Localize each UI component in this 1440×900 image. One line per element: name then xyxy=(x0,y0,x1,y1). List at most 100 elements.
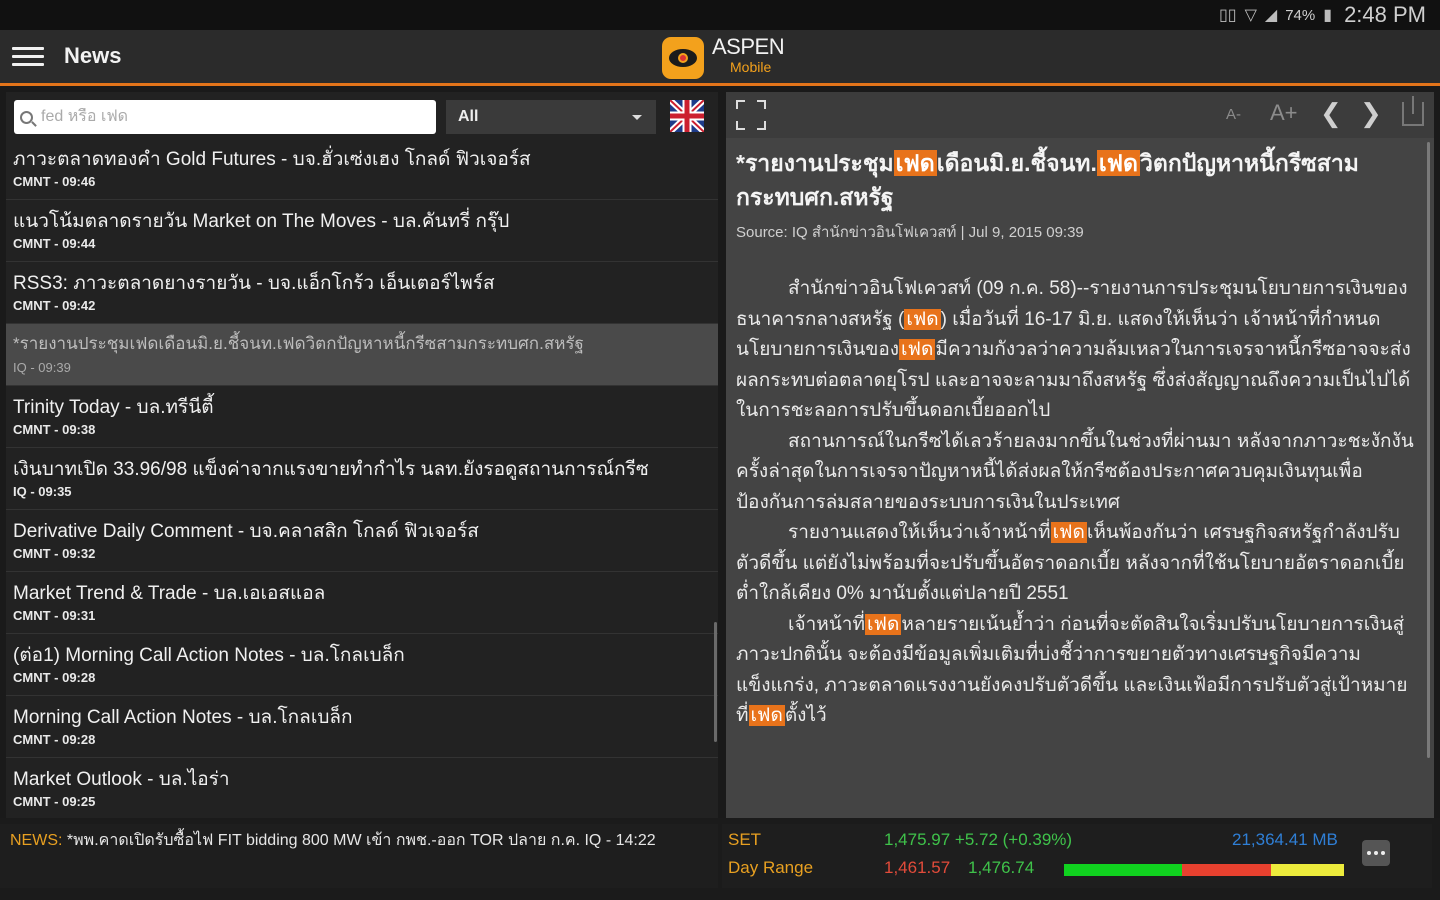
article-paragraph: รายงานแสดงให้เห็นว่าเจ้าหน้าที่ เฟด เห็นพ้… xyxy=(736,518,1416,610)
news-title: (ต่อ1) Morning Call Action Notes - บล.โก… xyxy=(13,645,405,666)
news-item-selected[interactable]: *รายงานประชุมเฟดเดือนมิ.ย.ชี้จนท.เฟดวิตก… xyxy=(6,324,718,386)
filter-selected: All xyxy=(458,108,479,125)
paragraph-text: เจ้าหน้าที่ xyxy=(788,613,866,635)
news-meta: CMNT - 09:28 xyxy=(13,732,96,747)
page-title: News xyxy=(64,43,122,68)
category-filter-dropdown[interactable]: All xyxy=(446,100,656,134)
news-item[interactable]: Morning Call Action Notes - บล.โกลเบล็ก … xyxy=(6,696,718,758)
news-item[interactable]: แนวโน้มตลาดรายวัน Market on The Moves - … xyxy=(6,200,718,262)
app-bar: News ASPEN Mobile xyxy=(0,30,1440,86)
article-body: *รายงานประชุมเฟดเดือนมิ.ย.ชี้จนท.เฟดวิตก… xyxy=(736,146,1416,732)
news-title: Market Trend & Trade - บล.เอเอสแอล xyxy=(13,583,326,604)
news-item[interactable]: Trinity Today - บล.ทรีนีตี้ CMNT - 09:38 xyxy=(6,386,718,448)
ticker-text: *พพ.คาดเปิดรับซื้อไฟ FIT bidding 800 MW … xyxy=(62,832,656,849)
search-highlight: เฟด xyxy=(893,150,937,176)
news-title: RSS3: ภาวะตลาดยางรายวัน - บจ.แอ็กโกร้ว เ… xyxy=(13,273,495,294)
news-meta: CMNT - 09:25 xyxy=(13,794,96,809)
article-pane: A- A+ ❮ ❯ *รายงานประชุมเฟดเดือนมิ.ย.ชี้จ… xyxy=(726,92,1434,818)
news-title: ภาวะตลาดทองคำ Gold Futures - บจ.ฮั่วเซ่ง… xyxy=(13,149,531,170)
search-highlight: เฟด xyxy=(904,308,941,330)
news-meta: IQ - 09:39 xyxy=(13,360,71,375)
paragraph-text: ตั้งไว้ xyxy=(784,705,827,726)
range-bar-green xyxy=(1064,864,1182,876)
range-bar-yellow xyxy=(1271,864,1344,876)
bottom-bar: NEWS: *พพ.คาดเปิดรับซื้อไฟ FIT bidding 8… xyxy=(0,818,1440,900)
brand-name: ASPEN xyxy=(712,34,785,59)
share-icon[interactable] xyxy=(1402,96,1424,126)
search-highlight: เฟด xyxy=(865,613,902,635)
news-list-scrollbar[interactable] xyxy=(714,622,717,742)
news-list: ภาวะตลาดทองคำ Gold Futures - บจ.ฮั่วเซ่ง… xyxy=(6,138,718,818)
article-source: Source: IQ สำนักข่าวอินโฟเควสท์ | Jul 9,… xyxy=(736,224,1084,241)
news-item[interactable]: ภาวะตลาดทองคำ Gold Futures - บจ.ฮั่วเซ่ง… xyxy=(6,138,718,200)
article-paragraph: สถานการณ์ในกรีซได้เลวร้ายลงมากขึ้นในช่วง… xyxy=(736,430,1414,513)
article-headline: *รายงานประชุมเฟดเดือนมิ.ย.ชี้จนท.เฟดวิตก… xyxy=(736,146,1416,214)
news-meta: CMNT - 09:32 xyxy=(13,546,96,561)
news-meta: CMNT - 09:44 xyxy=(13,236,96,251)
day-range-high: 1,476.74 xyxy=(968,858,1035,877)
battery-level: 74% xyxy=(1285,6,1316,24)
headline-text: เดือนมิ.ย.ชี้จนท. xyxy=(936,150,1097,176)
news-title: เงินบาทเปิด 33.96/98 แข็งค่าจากแรงขายทำก… xyxy=(13,459,649,480)
news-title: *รายงานประชุมเฟดเดือนมิ.ย.ชี้จนท.เฟดวิตก… xyxy=(13,334,584,353)
search-box[interactable] xyxy=(14,100,436,134)
news-title: แนวโน้มตลาดรายวัน Market on The Moves - … xyxy=(13,211,510,232)
day-range-low: 1,461.57 xyxy=(884,858,951,877)
news-meta: CMNT - 09:46 xyxy=(13,174,96,189)
news-meta: CMNT - 09:28 xyxy=(13,670,96,685)
next-article-icon[interactable]: ❯ xyxy=(1360,98,1382,129)
headline-text: *รายงานประชุม xyxy=(736,150,894,176)
aspen-logo xyxy=(662,37,704,79)
clock: 2:48 PM xyxy=(1344,2,1426,27)
more-options-icon[interactable] xyxy=(1362,840,1390,866)
news-item[interactable]: (ต่อ1) Morning Call Action Notes - บล.โก… xyxy=(6,634,718,696)
news-title: Trinity Today - บล.ทรีนีตี้ xyxy=(13,397,214,418)
previous-article-icon[interactable]: ❮ xyxy=(1320,98,1342,129)
article-toolbar: A- A+ ❮ ❯ xyxy=(726,92,1434,138)
article-paragraph: สำนักข่าวอินโฟเควสท์ (09 ก.ค. 58)--รายงา… xyxy=(736,274,1416,427)
search-highlight: เฟด xyxy=(748,705,785,726)
day-range-label: Day Range xyxy=(728,858,814,877)
search-highlight: เฟด xyxy=(1050,522,1087,543)
index-name: SET xyxy=(728,830,762,849)
paragraph-text: รายงานแสดงให้เห็นว่าเจ้าหน้าที่ xyxy=(788,522,1051,543)
news-item[interactable]: RSS3: ภาวะตลาดยางรายวัน - บจ.แอ็กโกร้ว เ… xyxy=(6,262,718,324)
news-meta: CMNT - 09:31 xyxy=(13,608,96,623)
ticker-label: NEWS: xyxy=(10,832,63,849)
news-item[interactable]: Derivative Daily Comment - บจ.คลาสสิก โก… xyxy=(6,510,718,572)
news-title: Market Outlook - บล.ไอร่า xyxy=(13,769,230,790)
article-scrollbar[interactable] xyxy=(1427,142,1430,758)
battery-icon: ▮ xyxy=(1323,7,1333,24)
vibrate-icon: ▯▯ xyxy=(1218,7,1237,24)
range-bar-red xyxy=(1181,864,1272,876)
language-flag-icon[interactable] xyxy=(670,100,704,132)
article-paragraph: เจ้าหน้าที่ เฟด หลายรายเน้นย้ำว่า ก่อนที่จ… xyxy=(736,610,1416,732)
brand: ASPEN Mobile xyxy=(712,34,785,75)
news-meta: CMNT - 09:42 xyxy=(13,298,96,313)
menu-icon[interactable] xyxy=(12,43,44,71)
news-title: Morning Call Action Notes - บล.โกลเบล็ก xyxy=(13,707,353,728)
brand-sub: Mobile xyxy=(730,59,772,75)
font-decrease-button[interactable]: A- xyxy=(1226,106,1241,123)
news-item[interactable]: Market Trend & Trade - บล.เอเอสแอล CMNT … xyxy=(6,572,718,634)
news-ticker[interactable]: NEWS: *พพ.คาดเปิดรับซื้อไฟ FIT bidding 8… xyxy=(0,824,718,888)
news-meta: IQ - 09:35 xyxy=(13,484,72,499)
news-item[interactable]: Market Outlook - บล.ไอร่า CMNT - 09:25 xyxy=(6,758,718,818)
fullscreen-icon[interactable] xyxy=(736,100,766,130)
news-list-pane: All ภาวะตลาดทองคำ Gold Futures - บจ.ฮั่ว… xyxy=(6,92,718,818)
trade-volume: 21,364.41 MB xyxy=(1232,830,1338,849)
news-title: Derivative Daily Comment - บจ.คลาสสิก โก… xyxy=(13,521,479,542)
day-range-bar xyxy=(1064,864,1344,876)
news-item[interactable]: เงินบาทเปิด 33.96/98 แข็งค่าจากแรงขายทำก… xyxy=(6,448,718,510)
search-highlight: เฟด xyxy=(899,339,936,360)
status-bar: ▯▯ ▽ ◢ 74% ▮ 2:48 PM xyxy=(0,0,1440,30)
search-highlight: เฟด xyxy=(1096,150,1140,176)
index-value: 1,475.97 +5.72 (+0.39%) xyxy=(884,830,1073,849)
wifi-icon: ▽ xyxy=(1244,7,1257,24)
search-input[interactable] xyxy=(41,108,421,126)
search-icon xyxy=(20,110,33,124)
font-increase-button[interactable]: A+ xyxy=(1270,100,1298,126)
market-summary: SET 1,475.97 +5.72 (+0.39%) 21,364.41 MB… xyxy=(722,824,1432,888)
news-meta: CMNT - 09:38 xyxy=(13,422,96,437)
chevron-down-icon xyxy=(632,114,642,120)
